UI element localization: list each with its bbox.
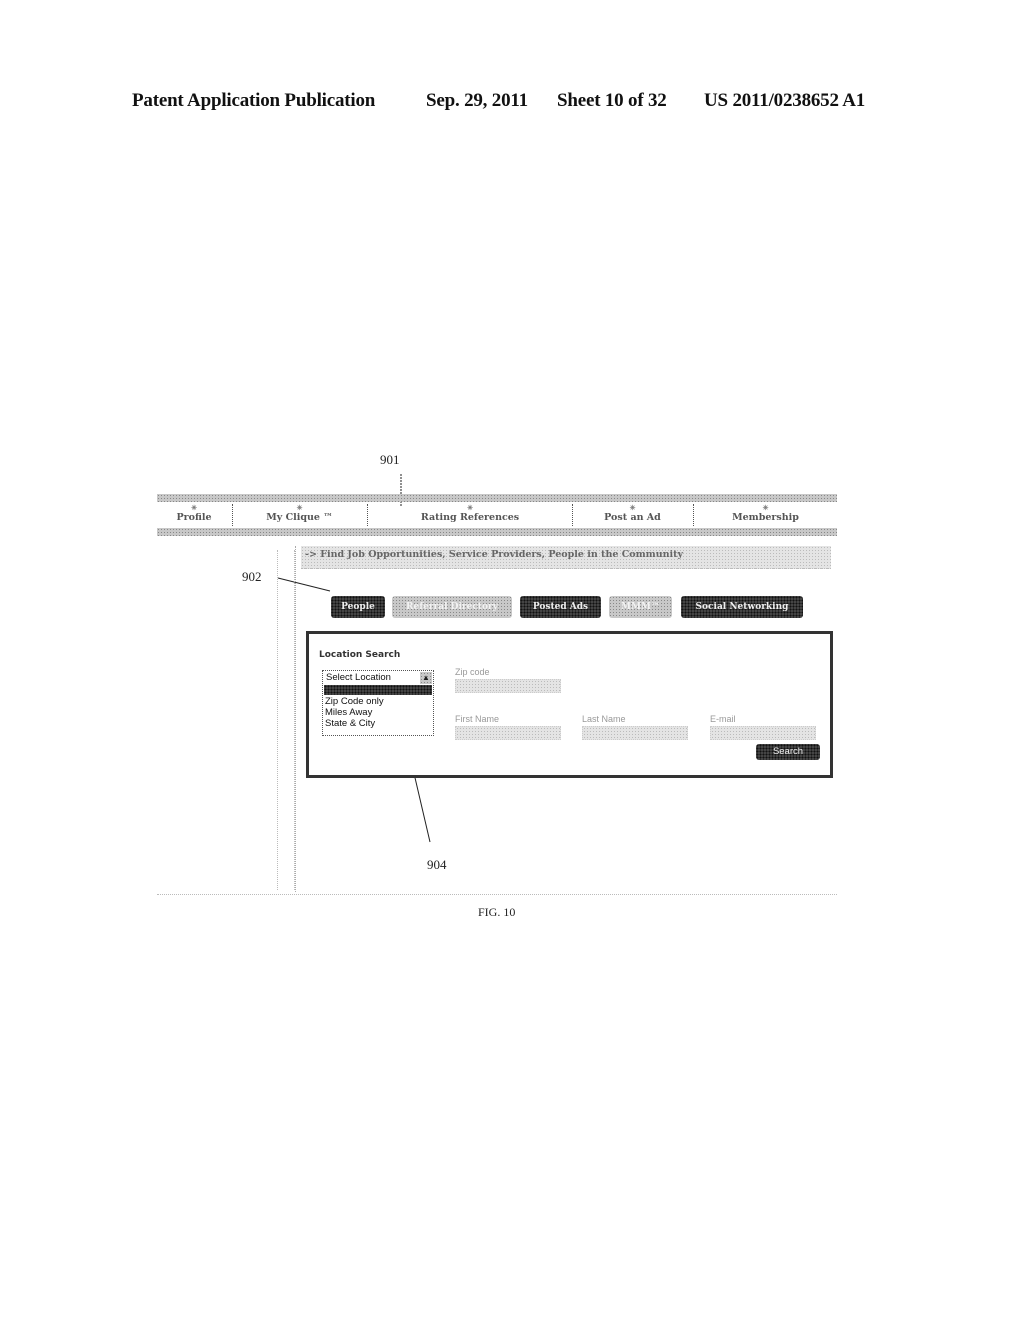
nav-item-post-an-ad[interactable]: ✳ Post an Ad xyxy=(573,504,692,528)
last-name-input[interactable] xyxy=(582,726,688,740)
select-option-miles[interactable]: Miles Away xyxy=(325,707,372,718)
main-panel: -> Find Job Opportunities, Service Provi… xyxy=(157,540,837,895)
select-option-highlighted[interactable] xyxy=(324,685,432,695)
zip-code-input[interactable] xyxy=(455,679,561,693)
nav-item-my-clique[interactable]: ✳ My Clique ™ xyxy=(233,504,366,528)
tab-people[interactable]: People xyxy=(331,596,385,618)
ref-901: 901 xyxy=(380,452,400,467)
tab-referral-directory[interactable]: Referral Directory xyxy=(392,596,512,618)
nav-item-label: Profile xyxy=(176,512,212,523)
select-option-zip[interactable]: Zip Code only xyxy=(325,696,384,707)
left-sidebar xyxy=(277,550,295,890)
first-name-input[interactable] xyxy=(455,726,561,740)
publication-date: Sep. 29, 2011 xyxy=(426,90,528,111)
email-input[interactable] xyxy=(710,726,816,740)
nav-item-label: Rating References xyxy=(420,512,520,523)
star-icon: ✳ xyxy=(629,503,636,512)
nav-item-rating-references[interactable]: ✳ Rating References xyxy=(368,504,572,528)
star-icon: ✳ xyxy=(191,503,197,512)
tab-social-networking[interactable]: Social Networking xyxy=(681,596,803,618)
location-select[interactable]: Select Location ▲ Zip Code only Miles Aw… xyxy=(322,670,434,736)
nav-item-membership[interactable]: ✳ Membership xyxy=(694,504,837,528)
nav-border-bottom xyxy=(157,528,837,536)
figure-caption: FIG. 10 xyxy=(478,905,516,919)
zip-code-label: Zip code xyxy=(455,667,490,677)
location-search-panel: Location Search Select Location ▲ Zip Co… xyxy=(306,631,833,778)
publication-label: Patent Application Publication xyxy=(132,90,376,111)
last-name-label: Last Name xyxy=(582,714,626,724)
sidebar-divider xyxy=(295,546,298,892)
sheet-number: Sheet 10 of 32 xyxy=(557,90,667,111)
nav-item-label: Post an Ad xyxy=(604,512,661,523)
star-icon: ✳ xyxy=(296,503,303,512)
nav-item-profile[interactable]: ✳ Profile xyxy=(157,504,231,528)
search-button[interactable]: Search xyxy=(756,744,820,760)
nav-item-label: My Clique ™ xyxy=(266,512,333,523)
tab-mmm[interactable]: MMM™ xyxy=(609,596,672,618)
location-search-title: Location Search xyxy=(319,650,401,660)
tab-posted-ads[interactable]: Posted Ads xyxy=(520,596,601,618)
patent-number: US 2011/0238652 A1 xyxy=(704,90,866,111)
email-label: E-mail xyxy=(710,714,736,724)
select-option-state-city[interactable]: State & City xyxy=(325,718,375,729)
star-icon: ✳ xyxy=(467,503,473,512)
dropdown-arrow-icon[interactable]: ▲ xyxy=(420,672,432,684)
first-name-label: First Name xyxy=(455,714,500,724)
star-icon: ✳ xyxy=(762,503,769,512)
nav-border-top xyxy=(157,494,837,502)
page-heading: -> Find Job Opportunities, Service Provi… xyxy=(305,549,684,560)
top-nav: ✳ Profile ✳ My Clique ™ ✳ Rating Referen… xyxy=(157,494,837,536)
nav-item-label: Membership xyxy=(732,512,799,523)
select-current-value[interactable]: Select Location xyxy=(324,672,432,684)
